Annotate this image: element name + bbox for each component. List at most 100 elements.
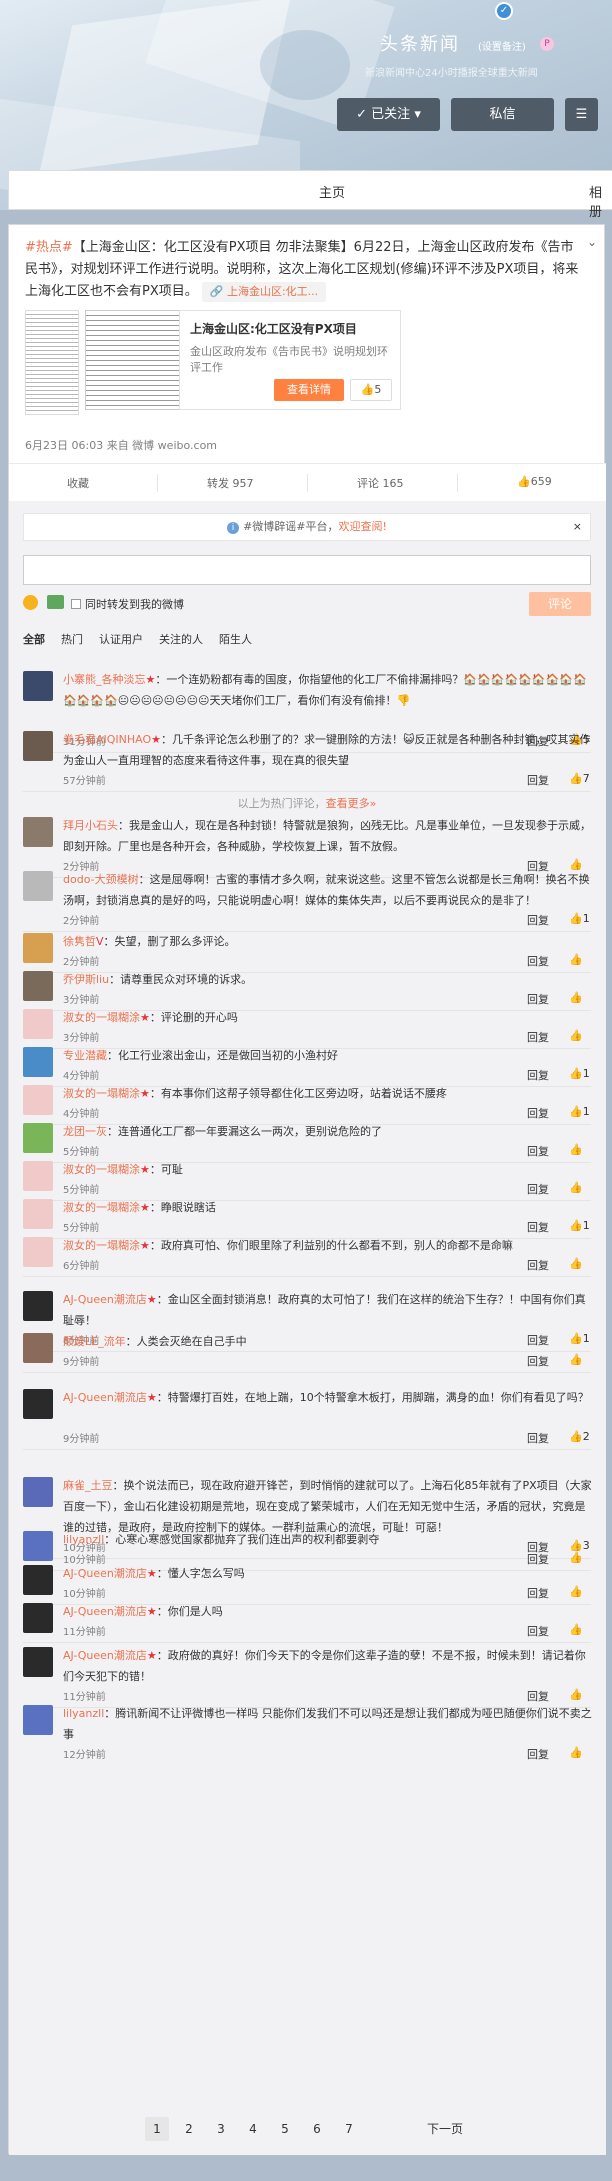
reply-button[interactable]: 回复 [527,1430,549,1446]
link-card-like[interactable]: 👍5 [350,379,392,401]
view-details-button[interactable]: 查看详情 [274,379,344,401]
comment-username[interactable]: AJ-Queen潮流店 [63,1605,147,1618]
avatar[interactable] [23,1291,53,1321]
favorite-button[interactable]: 收藏 [67,475,89,491]
reply-button[interactable]: 回复 [527,1746,549,1762]
comment-like-button[interactable]: 👍7 [569,772,590,785]
comment-username[interactable]: lilyanzll [63,1533,104,1546]
avatar[interactable] [23,1333,53,1363]
reply-button[interactable]: 回复 [527,1105,549,1121]
reply-button[interactable]: 回复 [527,1067,549,1083]
comment-username[interactable]: dodo-大颈模树 [63,873,139,886]
comment-like-button[interactable]: 👍 [569,953,583,966]
comment-like-button[interactable]: 👍1 [569,1219,590,1232]
reply-button[interactable]: 回复 [527,953,549,969]
image-icon[interactable] [47,595,64,609]
comment-username[interactable]: 小寨熊_各种淡忘 [63,673,146,686]
notice-link[interactable]: 欢迎查阅! [339,520,387,533]
filter-hot[interactable]: 热门 [61,633,83,646]
filter-verified[interactable]: 认证用户 [99,633,143,646]
comment-like-button[interactable]: 👍 [569,1029,583,1042]
reply-button[interactable]: 回复 [527,1353,549,1369]
comment-like-button[interactable]: 👍 [569,1623,583,1636]
page-7-button[interactable]: 7 [337,2117,361,2141]
page-1-button[interactable]: 1 [145,2117,169,2141]
reply-button[interactable]: 回复 [527,1181,549,1197]
avatar[interactable] [23,1085,53,1115]
page-6-button[interactable]: 6 [305,2117,329,2141]
reply-button[interactable]: 回复 [527,1623,549,1639]
reply-button[interactable]: 回复 [527,772,549,788]
comment-username[interactable]: AJ-Queen潮流店 [63,1391,147,1404]
comment-like-button[interactable]: 👍 [569,1353,583,1366]
reply-button[interactable]: 回复 [527,1688,549,1704]
reply-button[interactable]: 回复 [527,1143,549,1159]
comment-like-button[interactable]: 👍 [569,1746,583,1759]
comment-username[interactable]: 淑女的一塌糊涂 [63,1201,140,1214]
comment-username[interactable]: AJ-Queen潮流店 [63,1293,147,1306]
avatar[interactable] [23,1565,53,1595]
submit-comment-button[interactable]: 评论 [529,592,591,616]
more-comments-link[interactable]: 查看更多» [326,797,377,810]
comment-like-button[interactable]: 👍 [569,1143,583,1156]
chevron-down-icon[interactable]: ⌄ [587,235,597,249]
avatar[interactable] [23,1237,53,1267]
comment-username[interactable]: 拜月小石头 [63,819,118,832]
reply-button[interactable]: 回复 [527,912,549,928]
comment-username[interactable]: 麻雀_土豆 [63,1479,113,1492]
follow-button[interactable]: ✓ 已关注 ▾ [337,98,440,131]
comment-username[interactable]: 龙团一灰 [63,1125,107,1138]
avatar[interactable] [23,871,53,901]
filter-all[interactable]: 全部 [23,633,45,646]
like-button[interactable]: 👍659 [517,475,552,488]
reply-button[interactable]: 回复 [527,1029,549,1045]
comment-like-button[interactable]: 👍 [569,1585,583,1598]
page-5-button[interactable]: 5 [273,2117,297,2141]
tab-album[interactable]: 相册 [589,182,612,220]
comment-username[interactable]: lilyanzll [63,1707,104,1720]
avatar[interactable] [23,971,53,1001]
repost-button[interactable]: 转发 957 [207,475,254,491]
message-button[interactable]: 私信 [451,98,554,131]
forward-checkbox[interactable]: 同时转发到我的微博 [71,596,184,612]
comment-button[interactable]: 评论 165 [357,475,404,491]
post-link[interactable]: 🔗 上海金山区:化工... [201,282,327,302]
avatar[interactable] [23,817,53,847]
reply-button[interactable]: 回复 [527,1257,549,1273]
comment-username[interactable]: 淑女的一塌糊涂 [63,1087,140,1100]
comment-username[interactable]: 卷毛君AIQINHAO [63,733,151,746]
menu-icon[interactable]: ☰ [565,98,598,131]
next-page-button[interactable]: 下一页 [415,2117,475,2141]
post-image[interactable] [25,310,79,415]
tab-home[interactable]: 主页 [319,182,345,201]
comment-input[interactable] [23,555,591,585]
comment-username[interactable]: 专业潜藏 [63,1049,107,1062]
page-4-button[interactable]: 4 [241,2117,265,2141]
comment-like-button[interactable]: 👍 [569,1688,583,1701]
page-3-button[interactable]: 3 [209,2117,233,2141]
comment-username[interactable]: AJ-Queen潮流店 [63,1567,147,1580]
comment-username[interactable]: 颓废LE_流年 [63,1335,126,1348]
avatar[interactable] [23,1603,53,1633]
avatar[interactable] [23,1047,53,1077]
link-card-thumbnail[interactable] [85,310,185,410]
comment-username[interactable]: 淑女的一塌糊涂 [63,1239,140,1252]
avatar[interactable] [23,1389,53,1419]
filter-following[interactable]: 关注的人 [159,633,203,646]
avatar[interactable] [23,1477,53,1507]
reply-button[interactable]: 回复 [527,991,549,1007]
emoji-icon[interactable] [23,595,38,610]
avatar[interactable] [23,1123,53,1153]
comment-like-button[interactable]: 👍2 [569,1430,590,1443]
set-remark-link[interactable]: (设置备注) [478,38,526,53]
avatar[interactable] [23,671,53,701]
link-card[interactable]: 上海金山区:化工区没有PX项目 金山区政府发布《告市民书》说明规划环评工作 查看… [179,310,401,410]
close-icon[interactable]: × [573,514,582,540]
comment-username[interactable]: 淑女的一塌糊涂 [63,1163,140,1176]
comment-like-button[interactable]: 👍1 [569,1067,590,1080]
comment-username[interactable]: 淑女的一塌糊涂 [63,1011,140,1024]
avatar[interactable] [23,731,53,761]
avatar[interactable] [23,1199,53,1229]
reply-button[interactable]: 回复 [527,1219,549,1235]
comment-like-button[interactable]: 👍1 [569,912,590,925]
